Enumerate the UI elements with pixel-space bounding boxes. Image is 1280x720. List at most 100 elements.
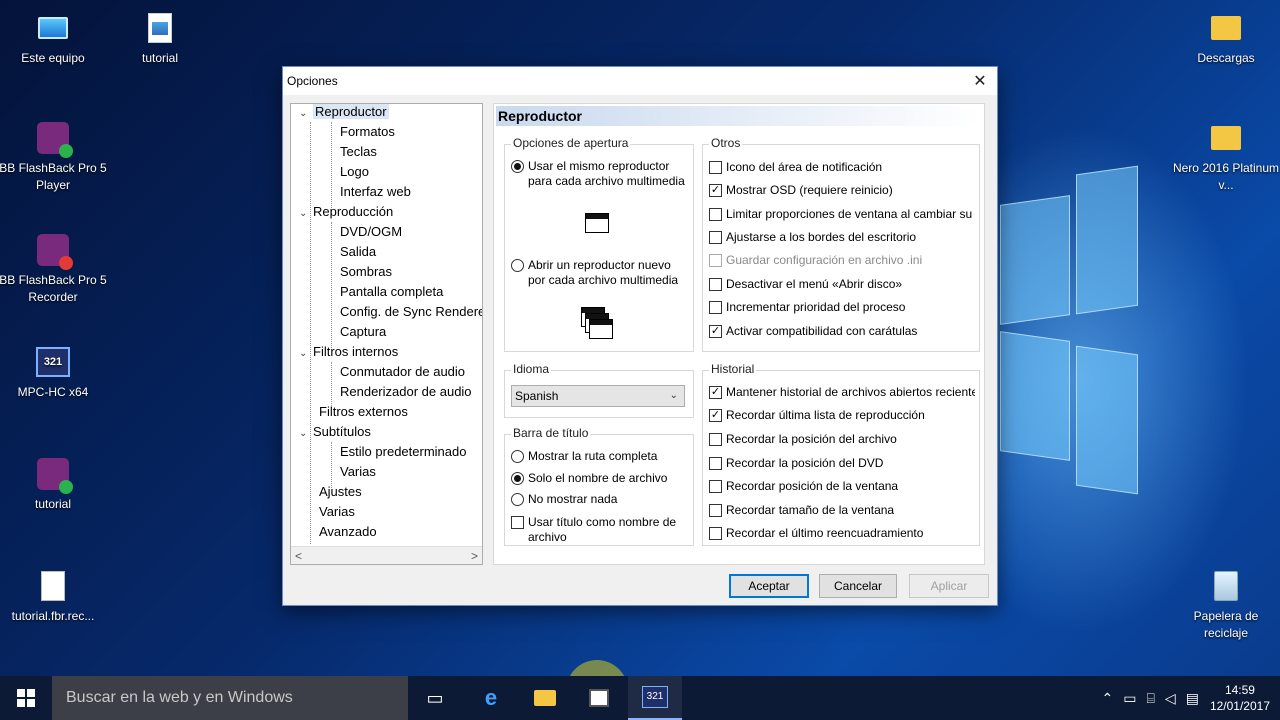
desktop-icon-recycle-bin[interactable]: Papelera de reciclaje (1171, 568, 1280, 642)
desktop-icon-tutorial-fbr[interactable]: tutorial.fbr.rec... (0, 568, 108, 625)
scroll-left-icon[interactable]: < (295, 549, 302, 563)
desktop-icon-flashback-player[interactable]: BB FlashBack Pro 5 Player (0, 120, 108, 194)
radio-solo-nombre[interactable]: Solo el nombre de archivo (511, 471, 667, 486)
tree-horizontal-scrollbar[interactable]: < > (291, 546, 482, 564)
checkbox-icono-notificacion[interactable]: Icono del área de notificación (709, 160, 882, 175)
flashback-movie-icon (35, 456, 73, 494)
windows-logo-icon (17, 689, 35, 707)
group-idioma: Idioma Spanish ⌄ (504, 362, 694, 418)
tree-item-reproduccion[interactable]: ⌄ Reproducción (299, 202, 393, 222)
desktop-icon-mpc-hc[interactable]: 321 MPC-HC x64 (0, 344, 108, 401)
start-button[interactable] (0, 676, 52, 720)
taskbar-search[interactable]: Buscar en la web y en Windows (52, 676, 408, 720)
chevron-down-icon[interactable]: ⌄ (299, 344, 313, 364)
image-file-icon (142, 10, 178, 46)
chevron-down-icon[interactable]: ⌄ (299, 424, 313, 444)
battery-icon[interactable]: ▭ (1123, 690, 1136, 707)
tree-item-ajustes[interactable]: Ajustes (319, 482, 362, 502)
checkbox-ultima-lista[interactable]: ✓ Recordar última lista de reproducción (709, 408, 925, 423)
tree-item-renderizador-audio[interactable]: Renderizador de audio (340, 382, 472, 402)
checkbox-titulo-nombre[interactable]: Usar título como nombre de archivo (511, 515, 676, 545)
checkbox-limitar-proporciones[interactable]: Limitar proporciones de ventana al cambi… (709, 207, 975, 222)
checkbox-posicion-archivo[interactable]: Recordar la posición del archivo (709, 432, 897, 447)
tree-item-formatos[interactable]: Formatos (340, 122, 395, 142)
tree-item-avanzado[interactable]: Avanzado (319, 522, 377, 542)
chevron-down-icon[interactable]: ⌄ (299, 104, 313, 124)
tree-item-filtros-externos[interactable]: Filtros externos (319, 402, 408, 422)
checkbox-reencuadramiento[interactable]: Recordar el último reencuadramiento (709, 526, 923, 541)
checkbox-mostrar-osd[interactable]: ✓ Mostrar OSD (requiere reinicio) (709, 183, 893, 198)
desktop-icon-label: tutorial.fbr.rec... (11, 609, 95, 623)
tree-item-teclas[interactable]: Teclas (340, 142, 377, 162)
tree-item-varias[interactable]: Varias (319, 502, 355, 522)
desktop-icon-tutorial-movie[interactable]: tutorial (0, 456, 108, 513)
tree-item-interfaz-web[interactable]: Interfaz web (340, 182, 411, 202)
settings-panel: Reproductor Opciones de apertura Usar el… (493, 103, 985, 565)
tree-item-captura[interactable]: Captura (340, 322, 386, 342)
action-center-icon[interactable]: ▤ (1186, 690, 1199, 707)
cancel-button[interactable]: Cancelar (819, 574, 897, 598)
chevron-down-icon[interactable]: ⌄ (299, 204, 313, 224)
desktop-icon-este-equipo[interactable]: Este equipo (0, 10, 108, 67)
clock[interactable]: 14:59 12/01/2017 (1210, 682, 1270, 714)
group-barra-titulo: Barra de título Mostrar la ruta completa… (504, 426, 694, 546)
volume-icon[interactable]: ◁ (1165, 690, 1176, 707)
desktop-icon-tutorial-image[interactable]: tutorial (105, 10, 215, 67)
checkbox-desactivar-menu[interactable]: Desactivar el menú «Abrir disco» (709, 277, 902, 292)
tree-item-subtitulos[interactable]: ⌄ Subtítulos (299, 422, 371, 442)
apply-button: Aplicar (909, 574, 989, 598)
desktop-icon-label: BB FlashBack Pro 5 Recorder (0, 273, 107, 304)
store-icon[interactable] (572, 676, 626, 720)
edge-icon[interactable]: e (464, 676, 518, 720)
radio-nuevo-reproductor[interactable]: Abrir un reproductor nuevo por cada archi… (511, 258, 678, 288)
radio-ruta-completa[interactable]: Mostrar la ruta completa (511, 449, 657, 464)
tree-item-conmutador-audio[interactable]: Conmutador de audio (340, 362, 465, 382)
accept-button[interactable]: Aceptar (729, 574, 809, 598)
checkbox-checked-icon: ✓ (709, 325, 722, 338)
tree-item-pantalla-completa[interactable]: Pantalla completa (340, 282, 443, 302)
radio-mismo-reproductor[interactable]: Usar el mismo reproductor para cada archi… (511, 159, 685, 189)
tree-item-salida[interactable]: Salida (340, 242, 376, 262)
tree-item-varias-sub[interactable]: Varias (340, 462, 376, 482)
dialog-titlebar[interactable]: Opciones ✕ (283, 67, 997, 95)
desktop-icon-descargas[interactable]: Descargas (1171, 10, 1280, 67)
file-explorer-icon[interactable] (518, 676, 572, 720)
tree-item-estilo-predeterminado[interactable]: Estilo predeterminado (340, 442, 466, 462)
tree-item-label: Varias (340, 464, 376, 479)
option-label: Mostrar la ruta completa (528, 449, 658, 463)
tree-item-label: Conmutador de audio (340, 364, 466, 379)
desktop-icon-nero[interactable]: Nero 2016 Platinum v... (1171, 120, 1280, 194)
option-label: Usar título como nombre de (528, 515, 677, 529)
tree-item-filtros-internos[interactable]: ⌄ Filtros internos (299, 342, 398, 362)
checkbox-icon (709, 301, 722, 314)
mpc-hc-taskbar-icon[interactable]: 321 (628, 676, 682, 720)
dialog-title: Opciones (287, 74, 338, 88)
language-select[interactable]: Spanish ⌄ (511, 385, 685, 407)
wallpaper-logo (1000, 160, 1150, 560)
checkbox-posicion-dvd[interactable]: Recordar la posición del DVD (709, 456, 883, 471)
network-icon[interactable]: ⌸ (1147, 690, 1155, 707)
checkbox-caratulas[interactable]: ✓ Activar compatibilidad con carátulas (709, 324, 917, 339)
tree-item-dvd-ogm[interactable]: DVD/OGM (340, 222, 402, 242)
close-icon[interactable]: ✕ (963, 67, 997, 95)
desktop-icon-label: Nero 2016 Platinum v... (1172, 161, 1280, 192)
options-tree[interactable]: ⌄ Reproductor Formatos Teclas Logo Interf… (290, 103, 483, 565)
chevron-up-icon[interactable]: ⌃ (1102, 690, 1114, 707)
chevron-down-icon: ⌄ (669, 390, 678, 401)
checkbox-ajustarse-bordes[interactable]: Ajustarse a los bordes del escritorio (709, 230, 916, 245)
task-view-icon[interactable]: ▭ (408, 676, 462, 720)
radio-no-mostrar[interactable]: No mostrar nada (511, 492, 617, 507)
group-title: Barra de título (511, 426, 591, 440)
checkbox-posicion-ventana[interactable]: Recordar posición de la ventana (709, 479, 898, 494)
scroll-right-icon[interactable]: > (471, 549, 478, 563)
checkbox-tamano-ventana[interactable]: Recordar tamaño de la ventana (709, 503, 894, 518)
downloads-folder-icon (1208, 10, 1244, 46)
checkbox-incrementar-prioridad[interactable]: Incrementar prioridad del proceso (709, 300, 905, 315)
tree-item-sync-renderer[interactable]: Config. de Sync Rendere (340, 302, 482, 322)
desktop-icon-label: tutorial (34, 497, 72, 511)
tree-item-reproductor[interactable]: ⌄ Reproductor (299, 104, 389, 124)
desktop-icon-flashback-recorder[interactable]: BB FlashBack Pro 5 Recorder (0, 232, 108, 306)
tree-item-logo[interactable]: Logo (340, 162, 369, 182)
tree-item-sombras[interactable]: Sombras (340, 262, 392, 282)
checkbox-mantener-historial[interactable]: ✓ Mantener historial de archivos abiertos… (709, 385, 975, 400)
